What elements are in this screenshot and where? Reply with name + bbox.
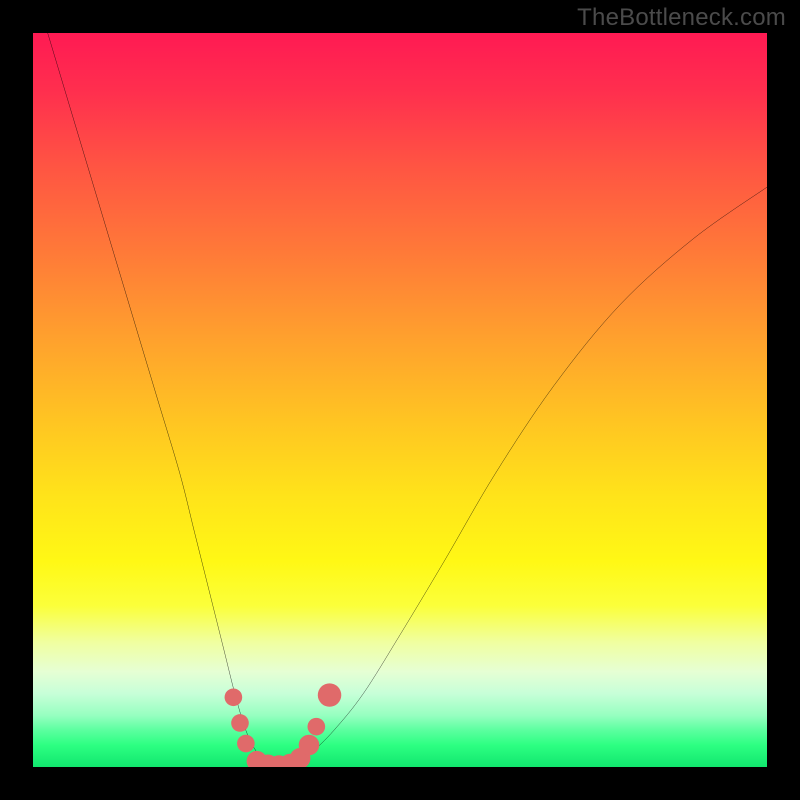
marker-dot [308,718,326,736]
marker-dot [231,714,249,732]
marker-dot [318,683,341,706]
curve-group [48,33,767,767]
chart-svg [33,33,767,767]
chart-frame: TheBottleneck.com [0,0,800,800]
marker-dot [225,688,243,706]
marker-group [225,683,342,767]
marker-dot [237,735,255,753]
marker-dot [299,735,320,756]
plot-area [33,33,767,767]
bottleneck-curve [48,33,767,767]
watermark-text: TheBottleneck.com [577,4,786,32]
